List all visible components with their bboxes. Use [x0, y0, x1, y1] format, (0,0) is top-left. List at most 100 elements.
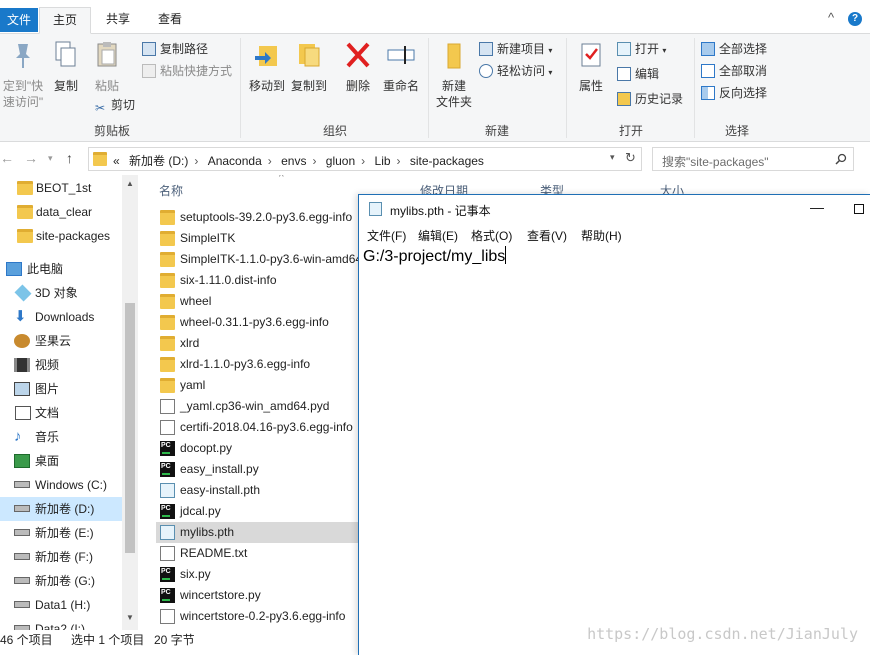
chevron-right-icon[interactable]: › — [268, 154, 272, 168]
file-row[interactable]: xlrd-1.1.0-py3.6.egg-info — [156, 354, 358, 375]
nav-item-downloads[interactable]: ⬇ Downloads — [0, 305, 122, 329]
file-row[interactable]: PC wincertstore.py — [156, 585, 358, 606]
scroll-up-icon[interactable]: ▲ — [126, 179, 134, 188]
new-item-button[interactable]: 新建项目 ▾ — [479, 40, 552, 60]
column-header-name[interactable]: 名称 — [159, 182, 183, 199]
search-icon[interactable] — [835, 153, 847, 165]
file-row[interactable]: yaml — [156, 375, 358, 396]
file-row[interactable]: setuptools-39.2.0-py3.6.egg-info — [156, 207, 358, 228]
cut-button[interactable]: ✂ 剪切 — [93, 96, 135, 115]
breadcrumb-overflow[interactable]: « — [113, 154, 120, 168]
file-row[interactable]: PC jdcal.py — [156, 501, 358, 522]
nav-item-3d-objects[interactable]: 3D 对象 — [0, 281, 122, 305]
tab-view[interactable]: 查看 — [145, 7, 195, 34]
paste-shortcut-button[interactable]: 粘贴快捷方式 — [142, 62, 232, 80]
notepad-window[interactable]: mylibs.pth - 记事本 — 文件(F) 编辑(E) 格式(O) 查看(… — [358, 194, 870, 655]
notepad-title-bar[interactable]: mylibs.pth - 记事本 — — [359, 195, 870, 223]
nav-item-pictures[interactable]: 图片 — [0, 377, 122, 401]
copy-path-button[interactable]: 复制路径 — [142, 40, 208, 58]
file-row[interactable]: easy-install.pth — [156, 480, 358, 501]
tab-home[interactable]: 主页 — [39, 7, 91, 34]
breadcrumb-item[interactable]: 新加卷 (D:) — [129, 154, 188, 168]
breadcrumb-item[interactable]: gluon — [326, 154, 355, 168]
up-icon[interactable]: ↑ — [66, 150, 73, 166]
file-row[interactable]: wheel-0.31.1-py3.6.egg-info — [156, 312, 358, 333]
copy-button[interactable]: 复制 — [50, 40, 82, 94]
nav-item-beot-1st[interactable]: BEOT_1st — [0, 176, 122, 200]
nav-item-desktop[interactable]: 桌面 — [0, 449, 122, 473]
properties-button[interactable]: 属性 — [574, 40, 608, 94]
scrollbar-thumb[interactable] — [125, 303, 135, 553]
paste-button[interactable]: 粘贴 — [91, 40, 123, 94]
recent-dropdown-icon[interactable]: ▾ — [48, 153, 53, 164]
nav-item-videos[interactable]: 视频 — [0, 353, 122, 377]
menu-edit[interactable]: 编辑(E) — [418, 227, 458, 244]
nav-item-drive-d[interactable]: 新加卷 (D:) — [0, 497, 122, 521]
menu-view[interactable]: 查看(V) — [527, 227, 567, 244]
new-folder-button[interactable]: 新建 文件夹 — [434, 40, 474, 110]
easy-access-button[interactable]: 轻松访问 ▾ — [479, 62, 552, 82]
back-icon[interactable]: ← — [0, 150, 14, 166]
minimize-icon[interactable]: — — [810, 199, 824, 215]
chevron-right-icon[interactable]: › — [312, 154, 316, 168]
breadcrumb-item[interactable]: envs — [281, 154, 306, 168]
nav-item-drive-i[interactable]: Data2 (I:) — [0, 617, 122, 630]
file-row[interactable]: PC docopt.py — [156, 438, 358, 459]
open-button[interactable]: 打开 ▾ — [617, 40, 666, 60]
address-dropdown-icon[interactable]: ▾ — [610, 152, 615, 163]
file-row[interactable]: xlrd — [156, 333, 358, 354]
menu-help[interactable]: 帮助(H) — [581, 227, 622, 244]
chevron-right-icon[interactable]: › — [397, 154, 401, 168]
nav-scrollbar[interactable]: ▲ ▼ — [122, 175, 138, 630]
edit-button[interactable]: 编辑 — [617, 65, 659, 83]
scroll-down-icon[interactable]: ▼ — [126, 613, 134, 622]
rename-button[interactable]: 重命名 — [380, 40, 422, 94]
file-row[interactable]: _yaml.cp36-win_amd64.pyd — [156, 396, 358, 417]
help-icon[interactable]: ? — [848, 12, 862, 26]
chevron-right-icon[interactable]: › — [361, 154, 365, 168]
nav-item-drive-c[interactable]: Windows (C:) — [0, 473, 122, 497]
select-none-button[interactable]: 全部取消 — [701, 62, 767, 80]
invert-selection-button[interactable]: 反向选择 — [701, 84, 767, 102]
file-row[interactable]: PC six.py — [156, 564, 358, 585]
nav-item-drive-h[interactable]: Data1 (H:) — [0, 593, 122, 617]
tab-file[interactable]: 文件 — [0, 8, 38, 32]
nav-item-data-clear[interactable]: data_clear — [0, 200, 122, 224]
pin-quick-access-button[interactable]: 定到"快 速访问" — [0, 40, 46, 110]
menu-format[interactable]: 格式(O) — [471, 227, 512, 244]
breadcrumb-item[interactable]: site-packages — [410, 154, 484, 168]
menu-file[interactable]: 文件(F) — [367, 227, 406, 244]
select-all-button[interactable]: 全部选择 — [701, 40, 767, 58]
nav-item-this-pc[interactable]: 此电脑 — [0, 257, 122, 281]
address-bar[interactable]: « 新加卷 (D:) › Anaconda › envs › gluon › Lib › … — [88, 147, 642, 171]
notepad-editor[interactable]: G:/3-project/my_libs — [359, 245, 870, 655]
nav-item-documents[interactable]: 文档 — [0, 401, 122, 425]
move-to-button[interactable]: 移动到 — [247, 40, 287, 94]
file-row[interactable]: wincertstore-0.2-py3.6.egg-info — [156, 606, 358, 627]
nav-item-site-packages[interactable]: site-packages — [0, 224, 122, 248]
breadcrumb-item[interactable]: Lib — [375, 154, 391, 168]
file-row[interactable]: README.txt — [156, 543, 358, 564]
nav-item-drive-f[interactable]: 新加卷 (F:) — [0, 545, 122, 569]
search-box[interactable]: 搜索"site-packages" — [652, 147, 854, 171]
file-row[interactable]: SimpleITK-1.1.0-py3.6-win-amd64.egg-info — [156, 249, 358, 270]
file-row[interactable]: certifi-2018.04.16-py3.6.egg-info — [156, 417, 358, 438]
forward-icon[interactable]: → — [24, 150, 38, 166]
nav-item-drive-e[interactable]: 新加卷 (E:) — [0, 521, 122, 545]
copy-to-button[interactable]: 复制到 — [289, 40, 329, 94]
maximize-icon[interactable] — [854, 204, 864, 214]
tab-share[interactable]: 共享 — [93, 7, 143, 34]
history-button[interactable]: 历史记录 — [617, 90, 683, 108]
file-row-selected[interactable]: mylibs.pth — [156, 522, 358, 543]
nav-item-music[interactable]: ♪ 音乐 — [0, 425, 122, 449]
refresh-icon[interactable]: ↻ — [625, 150, 636, 166]
delete-button[interactable]: 删除 — [341, 40, 375, 94]
file-row[interactable]: SimpleITK — [156, 228, 358, 249]
file-row[interactable]: PC easy_install.py — [156, 459, 358, 480]
chevron-right-icon[interactable]: › — [194, 154, 198, 168]
nav-item-drive-g[interactable]: 新加卷 (G:) — [0, 569, 122, 593]
file-row[interactable]: wheel — [156, 291, 358, 312]
nav-item-nutstore[interactable]: 坚果云 — [0, 329, 122, 353]
file-row[interactable]: six-1.11.0.dist-info — [156, 270, 358, 291]
breadcrumb-item[interactable]: Anaconda — [208, 154, 262, 168]
